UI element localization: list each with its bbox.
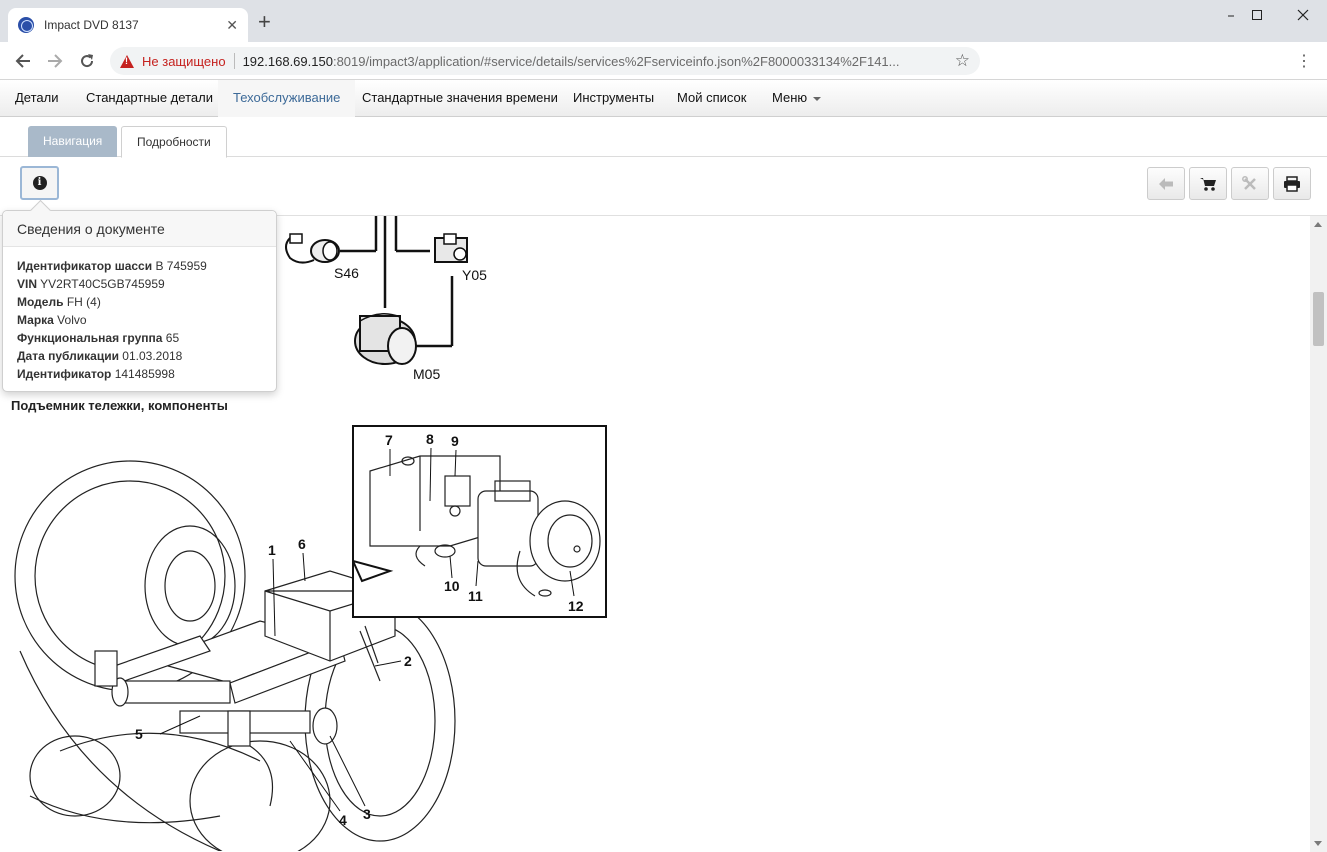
label-y05: Y05 [462,267,487,283]
info-label: Идентификатор [17,367,112,381]
reload-button[interactable] [76,50,98,72]
nav-item-my-list[interactable]: Мой список [662,80,761,117]
info-value: B 745959 [155,259,207,273]
forward-arrow-icon [48,54,63,68]
cart-icon [1200,177,1216,191]
motor-m05-drawing [354,313,417,365]
browser-tab[interactable]: Impact DVD 8137 ✕ [8,8,248,42]
close-window-control[interactable] [1280,0,1326,30]
chevron-down-icon [813,96,822,101]
info-label: Функциональная группа [17,331,163,345]
info-row-model: Модель FH (4) [17,293,262,311]
tab-close-icon[interactable]: ✕ [226,17,238,34]
info-label: VIN [17,277,38,291]
kebab-menu-icon[interactable]: ⋮ [1296,51,1312,71]
nav-item-standard-times[interactable]: Стандартные значения времени [347,80,573,117]
tools-button[interactable] [1231,167,1269,200]
callout-11: 11 [468,588,483,604]
nav-item-parts[interactable]: Детали [0,80,74,117]
section-title: Подъемник тележки, компоненты [11,398,228,413]
callout-1: 1 [268,542,276,558]
callout-7: 7 [385,432,393,448]
add-to-cart-button[interactable] [1189,167,1227,200]
print-icon [1284,175,1300,192]
popover-title: Сведения о документе [3,211,276,247]
info-label: Марка [17,313,54,327]
content-scrollbar[interactable] [1310,216,1327,852]
document-toolbar: i [0,157,1327,216]
reload-icon [81,54,94,68]
label-s46: S46 [334,265,359,281]
info-value: Volvo [57,313,87,327]
info-row-function-group: Функциональная группа 65 [17,329,262,347]
scroll-up-icon[interactable] [1314,222,1322,227]
nav-item-menu[interactable]: Меню [757,80,836,117]
callout-9: 9 [451,433,459,449]
warning-icon [120,54,134,68]
callout-4: 4 [339,812,347,828]
app-main-nav: Детали Стандартные детали Техобслуживани… [0,80,1327,117]
back-document-button[interactable] [1147,167,1185,200]
info-row-chassis: Идентификатор шасси B 745959 [17,257,262,275]
info-value: FH (4) [66,295,101,309]
star-icon[interactable]: ☆ [955,51,970,71]
callout-6: 6 [298,536,306,552]
maximize-icon [1252,10,1262,20]
info-row-brand: Марка Volvo [17,311,262,329]
callout-10: 10 [444,578,460,594]
info-row-identifier: Идентификатор 141485998 [17,365,262,383]
info-label: Модель [17,295,64,309]
back-button[interactable] [12,50,34,72]
browser-titlebar: Impact DVD 8137 ✕ + — [0,0,1327,42]
bogie-lift-diagram: 1 2 3 4 5 6 7 8 9 10 11 12 [14,425,607,851]
close-icon [1297,9,1309,21]
switch-s46-drawing [285,233,340,264]
tools-icon [1242,175,1256,190]
nav-item-service[interactable]: Техобслуживание [218,80,356,117]
info-row-publish-date: Дата публикации 01.03.2018 [17,347,262,365]
info-button[interactable]: i [20,166,59,200]
scroll-down-icon[interactable] [1314,841,1322,846]
url-separator [233,53,235,69]
info-value: 01.03.2018 [122,349,183,363]
nav-item-tools[interactable]: Инструменты [558,80,669,117]
subtabs-bar: Навигация Подробности [0,117,1327,158]
callout-5: 5 [135,726,143,742]
url-path: :8019/impact3/application/#service/detai… [332,53,900,69]
url-omnibox[interactable]: Не защищено 192.168.69.150 :8019/impact3… [110,47,980,75]
scroll-thumb[interactable] [1313,292,1324,346]
favicon-globe-icon [18,17,34,33]
tab-title: Impact DVD 8137 [44,18,139,32]
arrow-left-icon [1159,177,1173,190]
info-row-vin: VIN YV2RT40C5GB745959 [17,275,262,293]
tab-details[interactable]: Подробности [121,126,227,158]
info-label: Идентификатор шасси [17,259,153,273]
info-value: 65 [165,331,180,345]
security-label[interactable]: Не защищено [142,54,226,69]
popover-body: Идентификатор шасси B 745959 VIN YV2RT40… [3,247,276,393]
info-value: 141485998 [114,367,175,381]
info-icon: i [32,176,47,190]
callout-2: 2 [404,653,412,669]
document-info-popover: Сведения о документе Идентификатор шасси… [2,210,277,392]
nav-item-menu-label: Меню [772,90,808,105]
tab-navigation[interactable]: Навигация [28,126,118,157]
new-tab-button[interactable]: + [258,11,271,33]
info-label: Дата публикации [17,349,119,363]
info-value: YV2RT40C5GB745959 [40,277,165,291]
label-m05: M05 [413,366,440,382]
callout-3: 3 [363,806,371,822]
address-bar: Не защищено 192.168.69.150 :8019/impact3… [0,42,1327,80]
url-host: 192.168.69.150 [242,53,333,69]
maximize-window-control[interactable] [1234,0,1280,30]
valve-y05-drawing [434,233,468,263]
back-arrow-icon [15,54,30,68]
forward-button[interactable] [44,50,66,72]
callout-8: 8 [426,431,434,447]
nav-item-standard-parts[interactable]: Стандартные детали [71,80,228,117]
callout-12: 12 [568,598,584,614]
print-button[interactable] [1273,167,1311,200]
